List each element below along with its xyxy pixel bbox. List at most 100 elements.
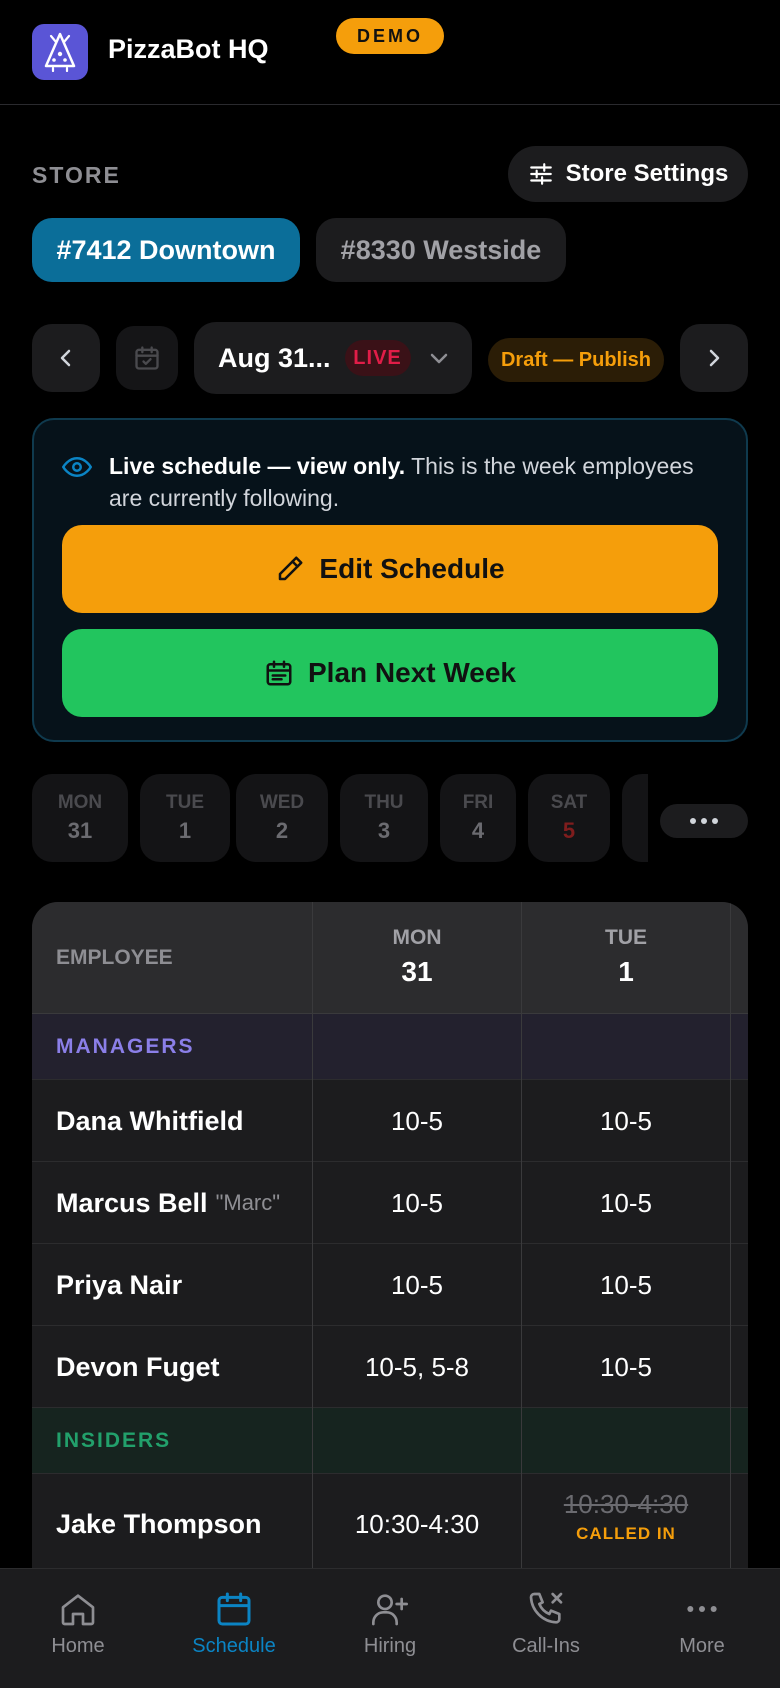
shift-cell[interactable]: 10-5 (522, 1080, 730, 1162)
nav-item-more[interactable]: More (642, 1589, 762, 1658)
phone-missed-icon (529, 1592, 563, 1624)
day-chip-sat[interactable]: SAT 5 (528, 774, 610, 862)
day-strip: MON 31 TUE 1 WED 2 THU 3 FRI 4 SAT 5 (32, 774, 648, 862)
day-chip-number: 5 (562, 818, 576, 843)
nav-item-home[interactable]: Home (18, 1589, 138, 1658)
column-day-number: 1 (618, 956, 634, 987)
store-settings-label: Store Settings (565, 160, 729, 187)
nav-label: Hiring (363, 1635, 417, 1657)
day-chip-sun-partial[interactable] (622, 774, 648, 862)
day-chip-number: 1 (178, 818, 192, 843)
nav-label: Schedule (192, 1635, 276, 1657)
store-pill-downtown[interactable]: #7412 Downtown (32, 218, 300, 282)
day-chip-mon[interactable]: MON 31 (32, 774, 128, 862)
group-header-insiders: INSIDERS (32, 1408, 748, 1474)
shift-cell[interactable]: 10-5 (522, 1244, 730, 1326)
calendar-picker-button[interactable] (116, 326, 178, 390)
column-header-mon[interactable]: MON 31 (313, 926, 521, 988)
eye-icon (62, 457, 92, 477)
ellipsis-icon (687, 1606, 717, 1612)
employee-column-header: EMPLOYEE (56, 946, 173, 969)
demo-badge: DEMO (336, 18, 444, 54)
shift-cell[interactable]: 10:30-4:30 (313, 1474, 521, 1568)
app-title: PizzaBot HQ (108, 34, 269, 64)
table-row[interactable]: Marcus Bell "Marc" 10-5 10-5 (32, 1162, 748, 1244)
chevron-right-icon (709, 349, 720, 367)
column-header-tue[interactable]: TUE 1 (522, 926, 730, 988)
plan-next-week-button[interactable]: Plan Next Week (62, 629, 718, 717)
nav-label: Home (51, 1635, 105, 1657)
schedule-table: EMPLOYEE MON 31 TUE 1 MANAGERS Dana Whit… (32, 902, 748, 1568)
employee-name: Devon Fuget (56, 1351, 220, 1382)
employee-name: Priya Nair (56, 1269, 183, 1300)
previous-week-button[interactable] (32, 324, 100, 392)
column-day-name: TUE (605, 926, 647, 949)
table-row[interactable]: Jake Thompson 10:30-4:30 10:30-4:30 CALL… (32, 1474, 748, 1568)
user-plus-icon (372, 1594, 408, 1626)
nav-item-hiring[interactable]: Hiring (330, 1589, 450, 1658)
plan-next-week-label: Plan Next Week (307, 657, 517, 688)
day-chip-number: 4 (471, 818, 485, 843)
shift-cell[interactable]: 10-5 (313, 1162, 521, 1244)
day-chip-name: TUE (166, 792, 204, 813)
edit-schedule-button[interactable]: Edit Schedule (62, 525, 718, 613)
store-label: STORE (32, 162, 121, 188)
column-divider (312, 902, 313, 1568)
live-schedule-message: Live schedule — view only. This is the w… (109, 450, 729, 514)
live-status-badge: LIVE (344, 340, 411, 376)
next-week-button[interactable] (680, 324, 748, 392)
nav-label: More (679, 1635, 725, 1657)
shift-cell[interactable]: 10-5 (522, 1162, 730, 1244)
sliders-icon (529, 163, 552, 185)
day-chip-thu[interactable]: THU 3 (340, 774, 428, 862)
nav-label: Call-Ins (512, 1635, 580, 1657)
calendar-icon (217, 1592, 251, 1626)
week-selector[interactable]: Aug 31... LIVE (194, 322, 472, 394)
calendar-icon (266, 660, 292, 686)
more-days-button[interactable] (660, 804, 748, 838)
day-chip-number: 3 (377, 818, 391, 843)
chevron-down-icon (430, 353, 447, 364)
pizzabot-logo-icon[interactable] (32, 24, 88, 80)
day-chip-wed[interactable]: WED 2 (236, 774, 328, 862)
group-header-managers: MANAGERS (32, 1014, 748, 1080)
store-settings-button[interactable]: Store Settings (508, 146, 748, 202)
draft-publish-button[interactable]: Draft — Publish (488, 338, 664, 382)
pencil-icon (279, 556, 303, 581)
day-chip-number: 31 (67, 818, 93, 843)
day-chip-name: WED (259, 792, 305, 813)
table-header: EMPLOYEE MON 31 TUE 1 (32, 902, 748, 1014)
store-pill-westside[interactable]: #8330 Westside (316, 218, 566, 282)
day-chip-name: THU (364, 792, 404, 813)
column-day-name: MON (392, 926, 442, 949)
day-chip-tue[interactable]: TUE 1 (140, 774, 230, 862)
table-row[interactable]: Devon Fuget 10-5, 5-8 10-5 (32, 1326, 748, 1408)
table-row[interactable]: Priya Nair 10-5 10-5 (32, 1244, 748, 1326)
shift-cell[interactable]: 10-5 (313, 1080, 521, 1162)
shift-cell[interactable]: 10-5 (313, 1244, 521, 1326)
employee-name: Dana Whitfield (56, 1105, 244, 1136)
bottom-nav: Home Schedule Hiring Call-Ins More (0, 1568, 780, 1688)
chevron-left-icon (60, 349, 71, 367)
nav-item-schedule[interactable]: Schedule (174, 1589, 294, 1658)
cancelled-shift: 10:30-4:30 (563, 1488, 689, 1519)
shift-cell[interactable]: 10-5 (522, 1326, 730, 1408)
week-label: Aug 31... (218, 342, 331, 373)
live-schedule-title: Live schedule — view only. (109, 453, 406, 479)
day-chip-number: 2 (275, 818, 289, 843)
app-header: PizzaBot HQ DEMO (0, 0, 780, 105)
nav-item-call-ins[interactable]: Call-Ins (486, 1589, 606, 1658)
shift-cell-called-in[interactable]: 10:30-4:30 CALLED IN (522, 1474, 730, 1558)
column-day-number: 31 (401, 956, 433, 987)
live-schedule-card: Live schedule — view only. This is the w… (32, 418, 748, 742)
home-icon (61, 1594, 95, 1626)
day-chip-name: FRI (462, 792, 494, 813)
column-divider (730, 902, 731, 1568)
table-row[interactable]: Dana Whitfield 10-5 10-5 (32, 1080, 748, 1162)
employee-name: Jake Thompson (56, 1508, 262, 1539)
column-divider (521, 902, 522, 1568)
shift-cell[interactable]: 10-5, 5-8 (313, 1326, 521, 1408)
day-chip-fri[interactable]: FRI 4 (440, 774, 516, 862)
employee-name: Marcus Bell "Marc" (56, 1187, 281, 1218)
employee-nickname: "Marc" (215, 1190, 281, 1215)
